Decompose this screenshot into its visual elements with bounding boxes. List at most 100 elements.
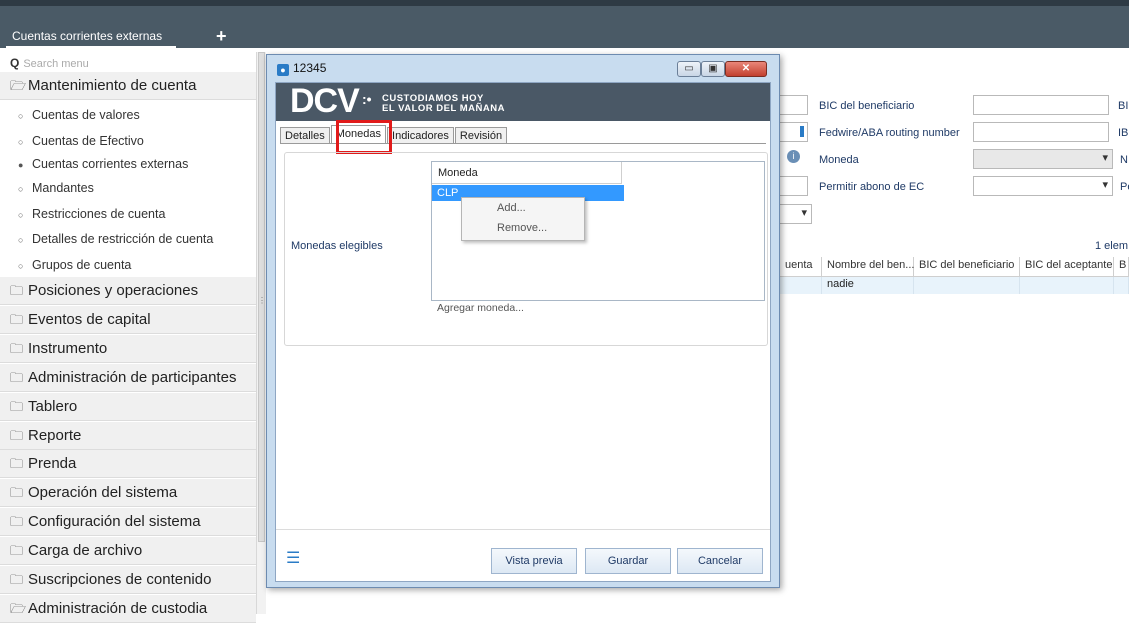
search-menu[interactable]: Q Search menu [10, 54, 89, 72]
add-tab-button[interactable]: + [216, 24, 227, 48]
folder-open-icon: 🗁 [10, 601, 27, 616]
save-button[interactable]: Guardar [585, 548, 671, 574]
splitter-handle-icon[interactable]: ⋮ [258, 296, 266, 305]
hamburger-menu-icon[interactable]: ☰ [286, 548, 300, 568]
logo-dots-icon: :• [362, 91, 372, 107]
label-fedwire: Fedwire/ABA routing number [819, 127, 960, 139]
dialog-title: ● 12345 [277, 61, 326, 76]
vertical-ellipsis-icon[interactable] [800, 126, 804, 137]
cell [780, 277, 822, 294]
table-row[interactable]: nadie [780, 277, 1129, 294]
folder-icon: 🗀 [10, 572, 24, 587]
close-button[interactable]: ✕ [725, 61, 767, 77]
label-monedas-elegibles: Monedas elegibles [291, 240, 383, 252]
dialog-tabs: Detalles Monedas Indicadores Revisión [280, 125, 508, 144]
column-header[interactable]: Nombre del ben... [822, 257, 914, 277]
context-menu-add[interactable]: Add... [462, 198, 584, 218]
label-bi-cut: BI [1118, 100, 1129, 112]
folder-open-icon: 🗁 [10, 78, 27, 93]
column-header[interactable]: BIC del aceptante [1020, 257, 1114, 277]
column-header[interactable]: B [1114, 257, 1129, 277]
slogan-line-2: EL VALOR DEL MAÑANA [382, 103, 505, 114]
column-header-moneda[interactable]: Moneda [432, 162, 622, 184]
sidebar-item-mandantes[interactable]: ○ Mandantes [0, 175, 256, 201]
top-bar: Cuentas corrientes externas + [0, 0, 1129, 48]
minimize-button[interactable]: ▭ [677, 61, 701, 77]
folder-icon: 🗀 [10, 543, 24, 558]
sidebar-section-reporte[interactable]: 🗀 Reporte [0, 422, 256, 450]
sidebar-section-prenda[interactable]: 🗀 Prenda [0, 450, 256, 478]
maximize-button[interactable]: ▣ [701, 61, 725, 77]
bullet-icon: ○ [18, 261, 24, 271]
section-label: Reporte [28, 427, 82, 444]
item-label: Grupos de cuenta [32, 258, 132, 272]
sidebar-scrollbar[interactable] [256, 52, 266, 614]
label-iba-cut: IB [1118, 127, 1129, 139]
sidebar-section-administracion-participantes[interactable]: 🗀 Administración de participantes [0, 364, 256, 392]
search-input[interactable]: Search menu [23, 58, 88, 70]
add-currency-link[interactable]: Agregar moneda... [437, 302, 524, 314]
preview-button[interactable]: Vista previa [491, 548, 577, 574]
section-label: Instrumento [28, 340, 108, 357]
label-moneda: Moneda [819, 154, 859, 166]
sidebar-section-configuracion-sistema[interactable]: 🗀 Configuración del sistema [0, 508, 256, 536]
info-icon[interactable]: i [787, 150, 800, 163]
section-label: Mantenimiento de cuenta [28, 77, 197, 94]
slogan: CUSTODIAMOS HOY EL VALOR DEL MAÑANA [382, 94, 505, 114]
cancel-button[interactable]: Cancelar [677, 548, 763, 574]
section-label: Configuración del sistema [28, 513, 201, 530]
sidebar-section-carga-archivo[interactable]: 🗀 Carga de archivo [0, 537, 256, 565]
section-label: Prenda [28, 455, 77, 472]
cell [1020, 277, 1114, 294]
column-header[interactable]: BIC del beneficiario [914, 257, 1020, 277]
folder-icon: 🗀 [10, 283, 24, 298]
section-label: Operación del sistema [28, 484, 178, 501]
sidebar-menu: Q Search menu 🗁 Mantenimiento de cuenta ○ C… [0, 52, 257, 623]
section-label: Carga de archivo [28, 542, 143, 559]
sidebar-item-detalles-restriccion[interactable]: ○ Detalles de restricción de cuenta [0, 226, 256, 252]
item-label: Restricciones de cuenta [32, 207, 166, 221]
highlight-box [336, 120, 392, 154]
sidebar-section-administracion-custodia[interactable]: 🗁 Administración de custodia [0, 595, 256, 623]
sidebar-section-tablero[interactable]: 🗀 Tablero [0, 393, 256, 421]
account-dialog: ● 12345 ▭ ▣ ✕ DCV :• CUSTODIAMOS HOY EL V… [266, 54, 780, 588]
context-menu-remove[interactable]: Remove... [462, 218, 584, 238]
sidebar-section-eventos[interactable]: 🗀 Eventos de capital [0, 306, 256, 334]
sidebar-section-posiciones[interactable]: 🗀 Posiciones y operaciones [0, 277, 256, 305]
item-label: Detalles de restricción de cuenta [32, 232, 214, 246]
tab-indicadores[interactable]: Indicadores [387, 127, 454, 143]
sidebar-section-operacion-sistema[interactable]: 🗀 Operación del sistema [0, 479, 256, 507]
section-label: Suscripciones de contenido [28, 571, 212, 588]
sidebar-section-mantenimiento[interactable]: 🗁 Mantenimiento de cuenta [0, 72, 256, 100]
label-no-cut: N [1120, 154, 1128, 166]
dcv-logo: DCV [290, 82, 360, 120]
folder-icon: 🗀 [10, 456, 24, 471]
sidebar-section-suscripciones[interactable]: 🗀 Suscripciones de contenido [0, 566, 256, 594]
grid-header: uenta Nombre del ben... BIC del benefici… [780, 257, 1129, 277]
label-permitir-abono: Permitir abono de EC [819, 181, 925, 193]
permitir-abono-select[interactable] [973, 176, 1113, 196]
fedwire-input[interactable] [973, 122, 1109, 142]
label-pe-cut: Pe [1120, 181, 1129, 193]
section-label: Eventos de capital [28, 311, 151, 328]
sidebar-item-cuentas-valores[interactable]: ○ Cuentas de valores [0, 102, 256, 128]
tab-revision[interactable]: Revisión [454, 127, 508, 143]
tab-detalles[interactable]: Detalles [280, 127, 330, 143]
bic-beneficiario-input[interactable] [973, 95, 1109, 115]
folder-icon: 🗀 [10, 399, 24, 414]
dialog-title-text: 12345 [293, 61, 327, 75]
folder-icon: 🗀 [10, 514, 24, 529]
column-header[interactable]: uenta [780, 257, 822, 277]
folder-icon: 🗀 [10, 485, 24, 500]
sidebar-item-cuentas-corrientes-externas[interactable]: ● Cuentas corrientes externas [0, 151, 256, 177]
section-label: Tablero [28, 398, 78, 415]
moneda-select[interactable] [973, 149, 1113, 169]
dcv-banner: DCV :• CUSTODIAMOS HOY EL VALOR DEL MAÑA… [276, 82, 770, 121]
cell [1114, 277, 1129, 294]
sidebar-item-grupos-cuenta[interactable]: ○ Grupos de cuenta [0, 252, 256, 278]
bullet-icon: ○ [18, 235, 24, 245]
folder-icon: 🗀 [10, 312, 24, 327]
tab-cuentas-corrientes-externas[interactable]: Cuentas corrientes externas [6, 24, 176, 48]
sidebar-item-restricciones[interactable]: ○ Restricciones de cuenta [0, 201, 256, 227]
sidebar-section-instrumento[interactable]: 🗀 Instrumento [0, 335, 256, 363]
